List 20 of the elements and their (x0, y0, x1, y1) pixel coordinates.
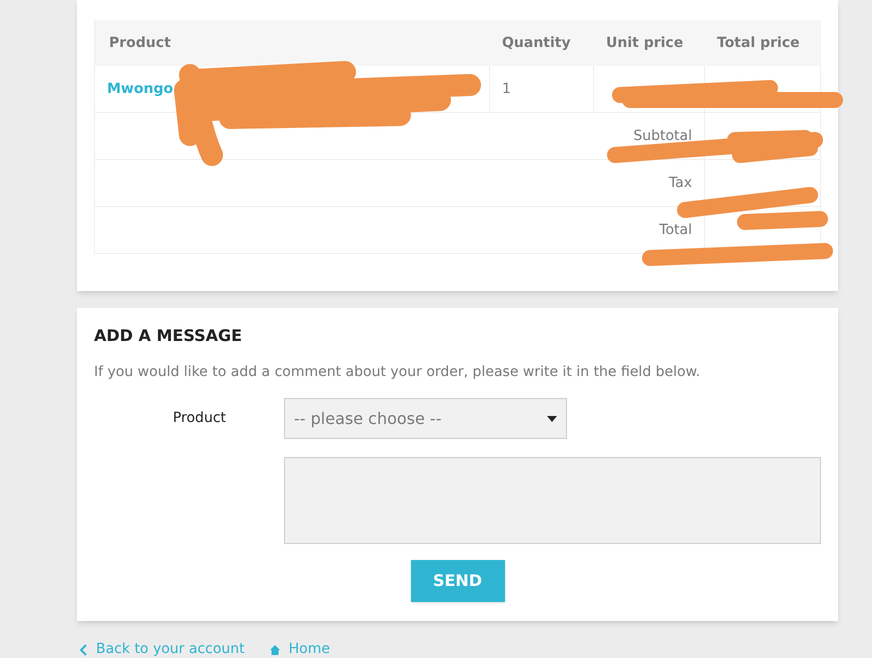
product-link[interactable]: Mwongo (107, 78, 174, 100)
column-header: Quantity (490, 20, 594, 66)
total-label: Total (659, 220, 692, 240)
quantity-cell-text: 1 (502, 80, 511, 98)
section-title: ADD A MESSAGE (94, 325, 244, 347)
total-label: Subtotal (633, 126, 692, 146)
home-icon (268, 644, 281, 656)
footer-link[interactable]: Back to your account (80, 639, 245, 658)
send-button[interactable]: SEND (410, 560, 504, 602)
caret-icon (547, 416, 557, 422)
product-select[interactable]: -- please choose -- (284, 398, 567, 439)
message-field[interactable] (284, 457, 821, 544)
column-header: Unit price (594, 20, 705, 66)
intro-text: If you would like to add a comment about your order, please write it in the field below. (94, 363, 702, 382)
column-header: Product (95, 20, 490, 66)
footer-link[interactable]: Home (268, 639, 330, 658)
column-header: Total price (705, 20, 821, 66)
total-label: Tax (668, 174, 692, 192)
field-label: Product (172, 409, 227, 428)
chevron-left-icon (80, 644, 88, 656)
